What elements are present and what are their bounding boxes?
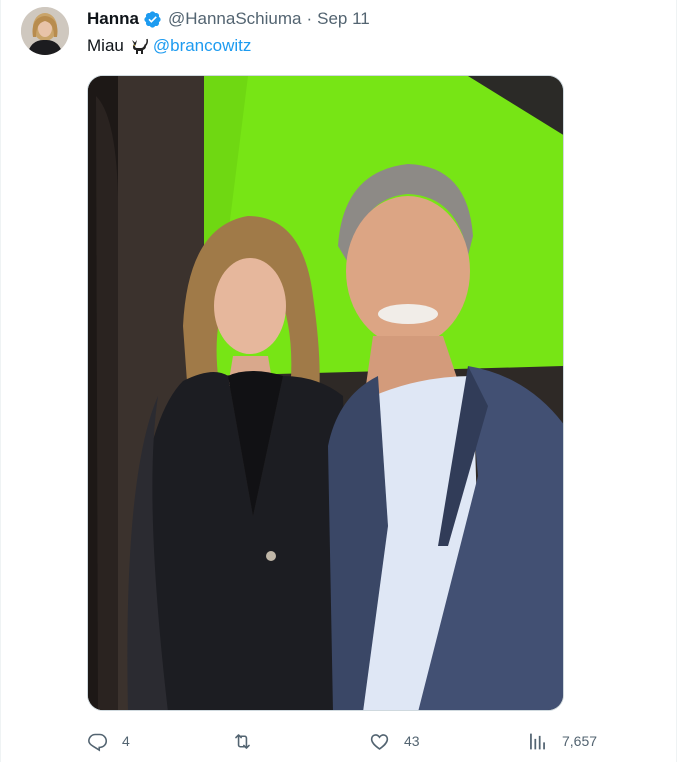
- author-handle[interactable]: @HannaSchiuma: [168, 9, 302, 29]
- tweet-body-text: Miau: [87, 36, 124, 55]
- heart-icon: [370, 733, 389, 750]
- black-cat-emoji-icon: [129, 36, 149, 56]
- views-button[interactable]: 7,657: [527, 727, 597, 755]
- reply-button[interactable]: 4: [87, 727, 130, 755]
- author-name[interactable]: Hanna: [87, 9, 139, 29]
- right-divider: [676, 0, 677, 762]
- tweet-text: Miau @brancowitz: [87, 35, 251, 57]
- retweet-icon: [235, 733, 250, 749]
- views-chart-icon: [530, 733, 545, 749]
- separator-dot: ·: [306, 9, 313, 28]
- tweet-date[interactable]: Sep 11: [317, 9, 370, 29]
- tweet-header: Hanna @HannaSchiuma · Sep 11: [87, 8, 370, 30]
- tweet-actions: 4 43 7,657: [87, 727, 607, 755]
- reply-icon: [88, 733, 108, 751]
- left-divider: [0, 0, 1, 762]
- reply-count: 4: [122, 733, 130, 749]
- verified-badge-icon[interactable]: [143, 10, 162, 29]
- like-count: 43: [404, 733, 420, 749]
- retweet-button[interactable]: [232, 727, 267, 755]
- views-count: 7,657: [562, 733, 598, 749]
- like-button[interactable]: 43: [369, 727, 420, 755]
- author-avatar[interactable]: [21, 7, 69, 55]
- mention-link[interactable]: @brancowitz: [153, 35, 252, 57]
- tweet-photo[interactable]: [87, 75, 564, 711]
